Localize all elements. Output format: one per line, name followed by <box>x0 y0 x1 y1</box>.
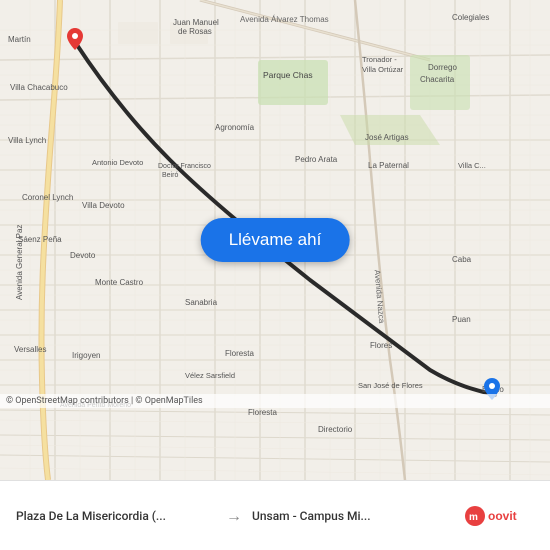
svg-text:Chacarita: Chacarita <box>420 75 455 84</box>
svg-text:Caba: Caba <box>452 255 472 264</box>
svg-text:Sanabria: Sanabria <box>185 298 218 307</box>
origin-info: Plaza De La Misericordia (... <box>16 509 216 523</box>
svg-text:Doctor Francisco: Doctor Francisco <box>158 163 211 170</box>
svg-text:Parque Chas: Parque Chas <box>263 70 313 80</box>
svg-text:Floresta: Floresta <box>248 408 277 417</box>
svg-text:Dorrego: Dorrego <box>428 63 457 72</box>
svg-text:Martín: Martín <box>8 35 31 44</box>
destination-info: Unsam - Campus Mi... <box>252 509 452 523</box>
svg-text:Tronador -: Tronador - <box>362 55 397 64</box>
svg-text:La Paternal: La Paternal <box>368 161 409 170</box>
svg-text:Sáenz Peña: Sáenz Peña <box>18 235 62 244</box>
svg-text:Villa Devoto: Villa Devoto <box>82 201 125 210</box>
svg-text:Puan: Puan <box>452 315 471 324</box>
arrow-icon: → <box>226 506 242 526</box>
svg-text:Irigoyen: Irigoyen <box>72 351 100 360</box>
svg-text:Villa C...: Villa C... <box>458 161 486 170</box>
map-attribution: © OpenStreetMap contributors | © OpenMap… <box>0 394 550 408</box>
svg-text:de Rosas: de Rosas <box>178 27 212 36</box>
svg-text:m: m <box>469 512 478 523</box>
destination-name: Unsam - Campus Mi... <box>252 509 452 523</box>
svg-text:Vélez Sarsfield: Vélez Sarsfield <box>185 371 235 380</box>
svg-text:San José de Flores: San José de Flores <box>358 381 423 390</box>
moovit-logo: m oovit <box>464 505 534 527</box>
svg-text:Juan Manuel: Juan Manuel <box>173 18 219 27</box>
navigate-button[interactable]: Llévame ahí <box>201 218 350 262</box>
origin-name: Plaza De La Misericordia (... <box>16 509 216 523</box>
bottom-bar: Plaza De La Misericordia (... → Unsam - … <box>0 480 550 550</box>
svg-text:Floresta: Floresta <box>225 349 254 358</box>
map-container: Avenida General Paz Avenida Álvarez Thom… <box>0 0 550 480</box>
svg-text:José Artigas: José Artigas <box>365 133 409 142</box>
svg-text:Agronomía: Agronomía <box>215 123 255 132</box>
svg-text:oovit: oovit <box>488 509 517 523</box>
svg-text:Monte Castro: Monte Castro <box>95 278 144 287</box>
svg-text:Versalles: Versalles <box>14 345 46 354</box>
svg-text:Villa Ortúzar: Villa Ortúzar <box>362 65 404 74</box>
svg-text:Pedro Arata: Pedro Arata <box>295 155 338 164</box>
svg-text:Directorio: Directorio <box>318 425 353 434</box>
svg-text:Villa Lynch: Villa Lynch <box>8 136 46 145</box>
svg-text:Colegiales: Colegiales <box>452 13 489 22</box>
svg-text:Coronel Lynch: Coronel Lynch <box>22 193 73 202</box>
svg-text:Flores: Flores <box>370 341 392 350</box>
svg-text:Beiró: Beiró <box>162 172 178 179</box>
svg-text:Villa Chacabuco: Villa Chacabuco <box>10 83 68 92</box>
svg-text:Avenida Álvarez Thomas: Avenida Álvarez Thomas <box>240 15 329 24</box>
svg-text:Antonio Devoto: Antonio Devoto <box>92 158 143 167</box>
svg-text:Devoto: Devoto <box>70 251 96 260</box>
